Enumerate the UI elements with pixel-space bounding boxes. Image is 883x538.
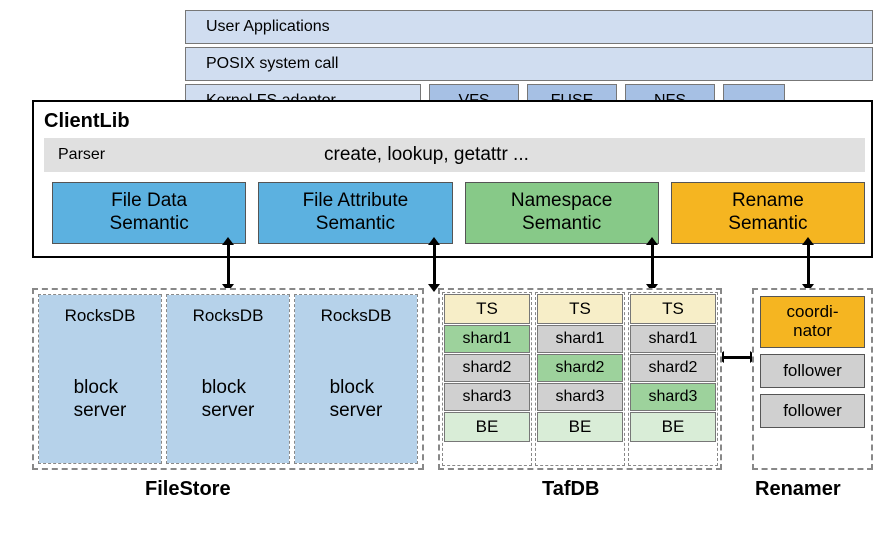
filestore-col-1: RocksDB block server [38, 294, 162, 464]
arrow-tafdb-renamer-line [722, 356, 752, 359]
arrow-fileattr-up [428, 237, 440, 245]
renamer-container: coordi- nator follower follower [752, 288, 873, 470]
filestore-col-2: RocksDB block server [166, 294, 290, 464]
clientlib-title: ClientLib [44, 110, 130, 133]
arrow-rename-line [807, 241, 810, 288]
rocksdb-1: RocksDB [39, 295, 161, 337]
be-2: BE [537, 412, 623, 442]
follower-2: follower [760, 394, 865, 428]
shard1-col3: shard1 [630, 325, 716, 353]
arrow-fileattr-line [433, 241, 436, 288]
be-3: BE [630, 412, 716, 442]
shard3-col1: shard3 [444, 383, 530, 411]
semantic-row: File Data Semantic File Attribute Semant… [52, 182, 865, 244]
shard1-col2: shard1 [537, 325, 623, 353]
be-1: BE [444, 412, 530, 442]
arrow-namespace-line [651, 241, 654, 288]
user-applications-bar: User Applications [185, 10, 873, 44]
shard2-col2: shard2 [537, 354, 623, 382]
rocksdb-2: RocksDB [167, 295, 289, 337]
tafdb-label: TafDB [542, 478, 599, 501]
block-server-2: block server [167, 337, 289, 463]
follower-1: follower [760, 354, 865, 388]
clientlib-container: ClientLib Parser create, lookup, getattr… [32, 100, 873, 258]
file-attribute-semantic: File Attribute Semantic [258, 182, 452, 244]
shard3-col3: shard3 [630, 383, 716, 411]
arrow-filedata-filestore-up [222, 237, 234, 245]
tafdb-container: TS shard1 shard2 shard3 BE TS shard1 sha… [438, 288, 722, 470]
file-data-semantic: File Data Semantic [52, 182, 246, 244]
renamer-label: Renamer [755, 478, 841, 501]
ts-2: TS [537, 294, 623, 324]
shard3-col2: shard3 [537, 383, 623, 411]
tafdb-col-3: TS shard1 shard2 shard3 BE [628, 292, 718, 466]
filestore-col-3: RocksDB block server [294, 294, 418, 464]
arrow-filedata-filestore-line [227, 241, 230, 288]
filestore-container: RocksDB block server RocksDB block serve… [32, 288, 424, 470]
rocksdb-3: RocksDB [295, 295, 417, 337]
rename-semantic: Rename Semantic [671, 182, 865, 244]
arrow-rename-up [802, 237, 814, 245]
coordinator: coordi- nator [760, 296, 865, 348]
filestore-label: FileStore [145, 478, 231, 501]
block-server-3: block server [295, 337, 417, 463]
shard1-col1: shard1 [444, 325, 530, 353]
arrow-namespace-up [646, 237, 658, 245]
tafdb-col-2: TS shard1 shard2 shard3 BE [535, 292, 625, 466]
tafdb-col-1: TS shard1 shard2 shard3 BE [442, 292, 532, 466]
ts-3: TS [630, 294, 716, 324]
ts-1: TS [444, 294, 530, 324]
parser-calls-text: create, lookup, getattr ... [324, 138, 529, 172]
posix-bar: POSIX system call [185, 47, 873, 81]
shard2-col3: shard2 [630, 354, 716, 382]
block-server-1: block server [39, 337, 161, 463]
shard2-col1: shard2 [444, 354, 530, 382]
namespace-semantic: Namespace Semantic [465, 182, 659, 244]
